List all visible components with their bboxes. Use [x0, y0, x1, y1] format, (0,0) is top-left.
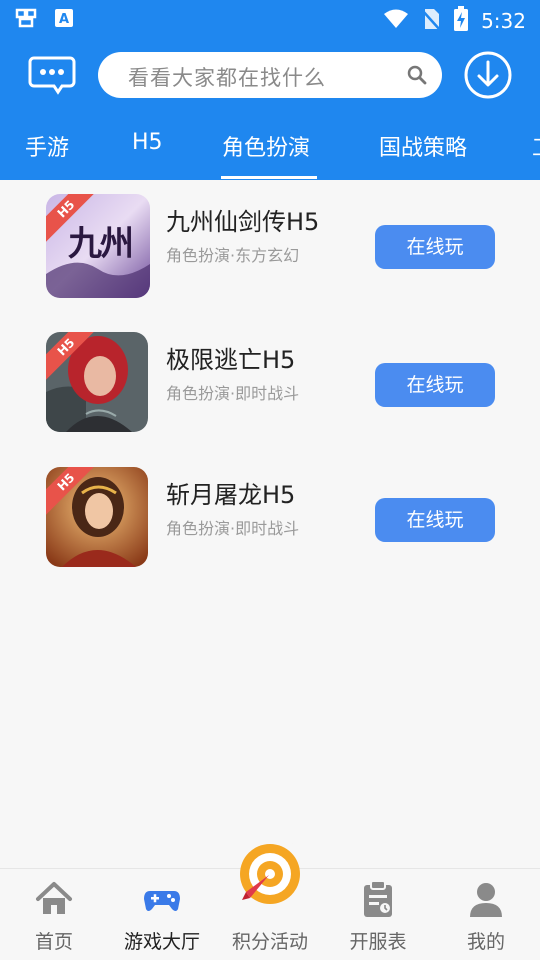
battery-charging-icon: [453, 6, 469, 36]
nav-label: 我的: [466, 931, 505, 953]
play-online-button[interactable]: 在线玩: [375, 363, 495, 407]
nav-server-list[interactable]: 开服表: [324, 869, 432, 960]
nav-label: 首页: [34, 931, 73, 953]
user-icon: [466, 879, 506, 919]
game-thumbnail[interactable]: H5: [46, 332, 148, 432]
tab-strategy[interactable]: 国战策略: [379, 130, 467, 162]
app-header: A 5:32 看看大家都在找什么 手游 H5 角色扮演 国战策略: [0, 0, 540, 180]
game-thumbnail[interactable]: 九州 H5: [46, 194, 150, 298]
play-online-button[interactable]: 在线玩: [375, 498, 495, 542]
app-notification-icon: [14, 6, 38, 30]
category-tabs: 手游 H5 角色扮演 国战策略 工: [0, 124, 540, 180]
nav-game-hall[interactable]: 游戏大厅: [108, 869, 216, 960]
status-time: 5:32: [481, 9, 526, 33]
game-title: 斩月屠龙H5: [166, 481, 296, 509]
wifi-icon: [383, 8, 409, 34]
nav-profile[interactable]: 我的: [432, 869, 540, 960]
game-tags: 角色扮演·即时战斗: [166, 519, 300, 538]
svg-text:A: A: [59, 12, 69, 27]
play-online-button[interactable]: 在线玩: [375, 225, 495, 269]
status-bar: A 5:32: [0, 0, 540, 38]
target-icon[interactable]: [236, 842, 304, 910]
gamepad-icon: [142, 879, 182, 919]
list-item[interactable]: H5 极限逃亡H5 角色扮演·即时战斗 在线玩: [0, 318, 540, 432]
nav-label: 游戏大厅: [123, 931, 200, 953]
tab-more[interactable]: 工: [532, 130, 540, 162]
home-icon: [34, 879, 74, 919]
search-input[interactable]: 看看大家都在找什么: [98, 52, 442, 98]
text-a-icon: A: [52, 6, 76, 30]
tab-role-playing[interactable]: 角色扮演: [222, 130, 310, 162]
download-icon[interactable]: [463, 50, 513, 100]
game-title: 九州仙剑传H5: [166, 208, 320, 236]
nav-label: 积分活动: [231, 931, 308, 953]
message-icon[interactable]: [28, 54, 76, 98]
search-placeholder: 看看大家都在找什么: [128, 66, 326, 90]
nav-home[interactable]: 首页: [0, 869, 108, 960]
game-tags: 角色扮演·东方玄幻: [166, 246, 300, 265]
list-item[interactable]: H5 斩月屠龙H5 角色扮演·即时战斗 在线玩: [0, 453, 540, 567]
no-sim-icon: [421, 7, 442, 35]
game-title: 极限逃亡H5: [166, 346, 296, 374]
clipboard-icon: [358, 879, 398, 919]
search-icon[interactable]: [406, 64, 428, 86]
search-row: 看看大家都在找什么: [0, 48, 540, 104]
game-tags: 角色扮演·即时战斗: [166, 384, 300, 403]
nav-label: 开服表: [349, 931, 407, 953]
list-item[interactable]: 九州 H5 九州仙剑传H5 角色扮演·东方玄幻 在线玩: [0, 180, 540, 298]
tab-mobile-games[interactable]: 手游: [25, 130, 69, 162]
tab-h5[interactable]: H5: [132, 130, 163, 155]
game-thumbnail[interactable]: H5: [46, 467, 148, 567]
tab-indicator: [221, 176, 317, 179]
thumb-calligraphy: 九州: [68, 224, 134, 264]
